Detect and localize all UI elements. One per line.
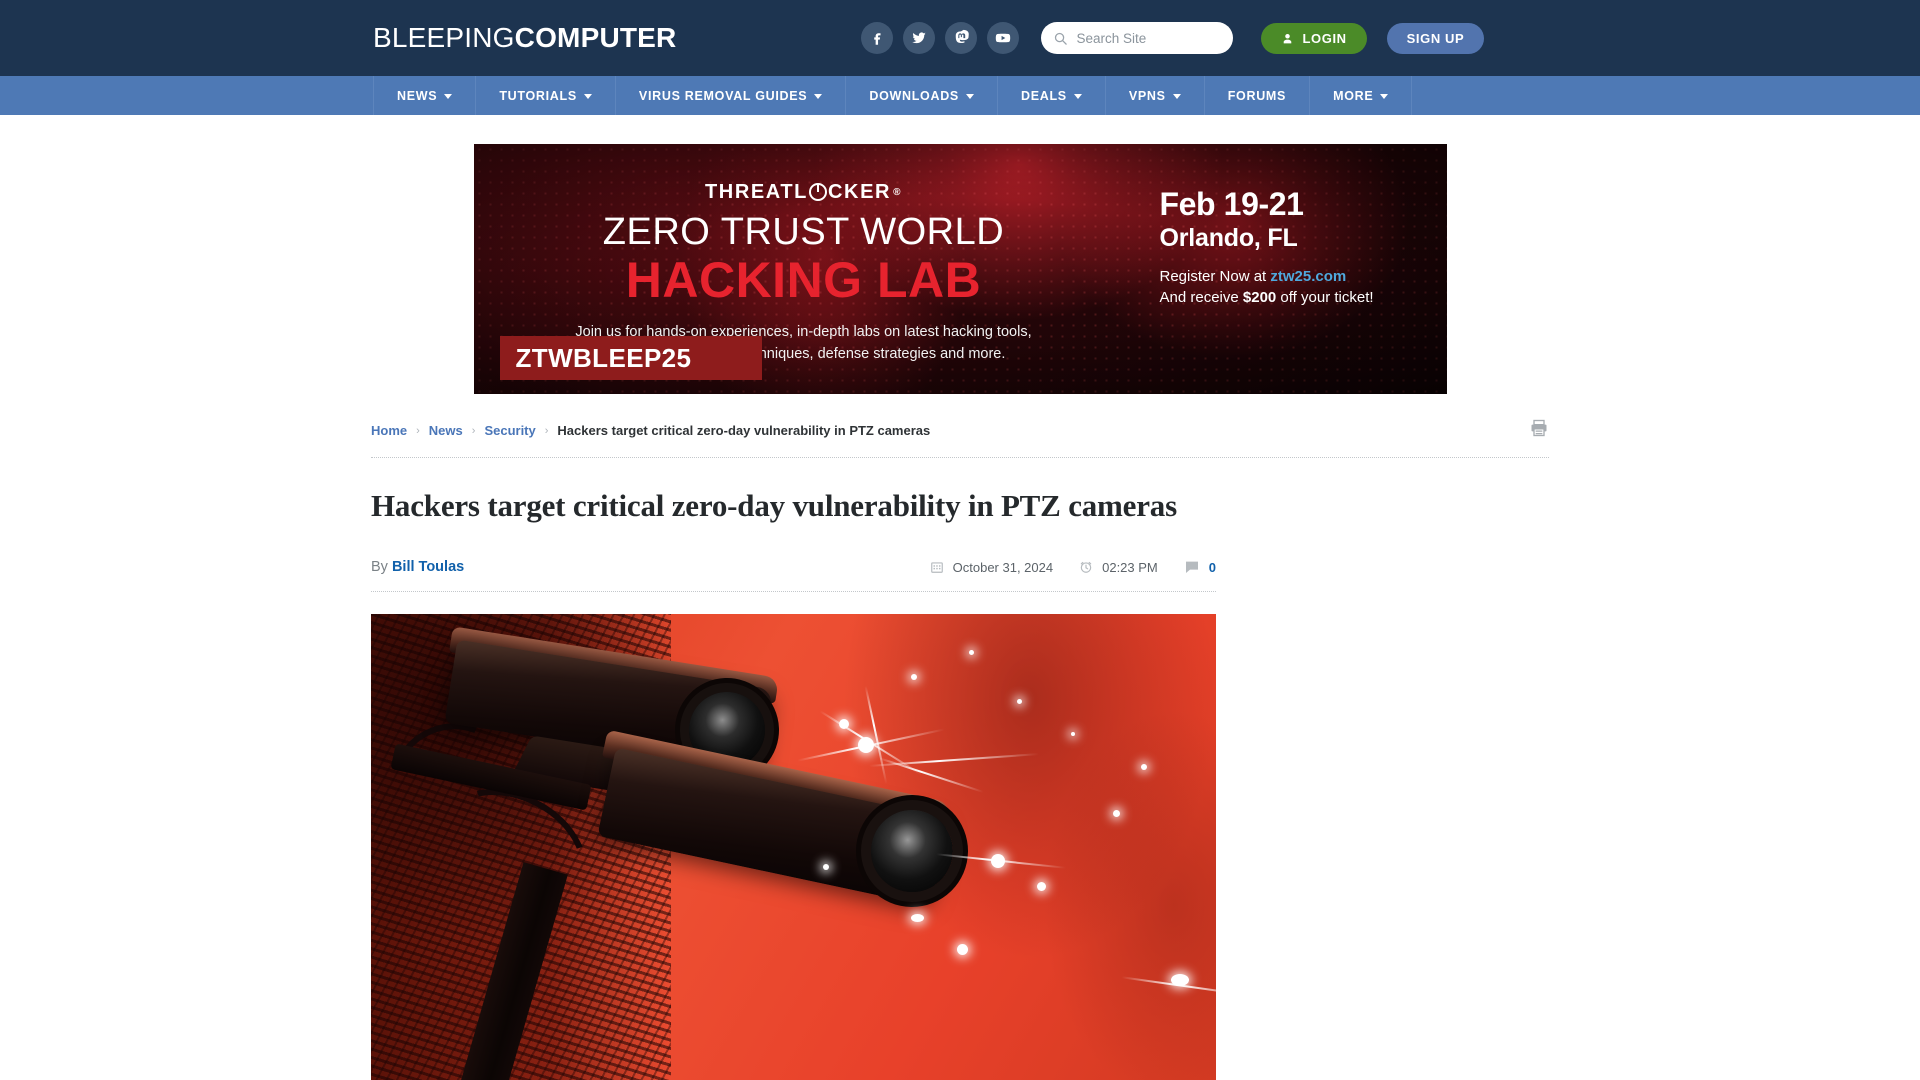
breadcrumb-separator: › [544, 424, 549, 437]
spark [911, 674, 917, 680]
twitter-icon[interactable] [903, 22, 936, 54]
logo-text-bold: COMPUTER [514, 22, 677, 53]
article-hero-image [371, 614, 1216, 1080]
threatlocker-logo: THREATL CKER ® [705, 181, 902, 204]
byline-prefix: By [371, 559, 388, 575]
ad-offer-amount: $200 [1242, 289, 1277, 307]
publish-date-text: October 31, 2024 [952, 559, 1054, 575]
article-meta-row: By Bill Toulas October 31, 2024 02:23 PM… [371, 559, 1216, 592]
breadcrumb-item-home[interactable]: Home [371, 423, 407, 438]
spark [1071, 732, 1075, 736]
article-meta-right: October 31, 2024 02:23 PM 0 [930, 559, 1216, 575]
mastodon-icon[interactable] [945, 22, 978, 54]
login-label: LOGIN [1302, 30, 1347, 46]
nav-item-deals[interactable]: DEALS [998, 76, 1106, 115]
nav-item-downloads[interactable]: DOWNLOADS [846, 76, 998, 115]
chevron-down-icon [1380, 94, 1389, 99]
ad-event-date: Feb 19-21 [1159, 186, 1304, 222]
nav-item-more[interactable]: MORE [1310, 76, 1413, 115]
ad-banner-region: THREATL CKER ® ZERO TRUST WORLD HACKING LA… [0, 115, 1920, 394]
ad-right-content: Feb 19-21 Orlando, FL Register Now at zt… [1134, 144, 1447, 394]
comments-link[interactable]: 0 [1184, 559, 1216, 575]
ad-promo-code: ZTWBLEEP25 [499, 336, 762, 380]
nav-item-label: VPNS [1128, 88, 1166, 103]
threatlocker-logo-head: THREATL [704, 180, 808, 203]
publish-date: October 31, 2024 [930, 560, 1053, 575]
nav-item-tutorials[interactable]: TUTORIALS [476, 76, 616, 115]
nav-item-label: MORE [1333, 88, 1374, 103]
comment-icon [1185, 561, 1198, 573]
nav-item-label: DEALS [1020, 88, 1067, 103]
breadcrumb-separator: › [471, 424, 476, 437]
chevron-down-icon [965, 94, 974, 99]
publish-time-text: 02:23 PM [1102, 559, 1158, 575]
site-header: BLEEPINGCOMPUTER LOGIN SIGN UP [0, 0, 1920, 76]
search-box[interactable] [1041, 22, 1234, 54]
breadcrumb: Home › News › Security › Hackers target critic… [371, 423, 930, 438]
power-icon [809, 183, 827, 202]
nav-item-label: FORUMS [1227, 88, 1287, 103]
chevron-down-icon [1172, 94, 1181, 99]
login-button[interactable]: LOGIN [1261, 22, 1367, 54]
nav-item-forums[interactable]: FORUMS [1205, 76, 1311, 115]
nav-item-virus-removal-guides[interactable]: VIRUS REMOVAL GUIDES [616, 76, 847, 115]
chevron-down-icon [1073, 94, 1082, 99]
spark [1017, 699, 1022, 704]
signup-label: SIGN UP [1406, 30, 1465, 46]
spark [1037, 882, 1046, 891]
page-content: Home › News › Security › Hackers target critic… [371, 394, 1549, 1080]
nav-item-label: DOWNLOADS [869, 88, 959, 103]
breadcrumb-item-news[interactable]: News [429, 423, 463, 438]
byline: By Bill Toulas [371, 559, 464, 575]
threatlocker-ad-banner[interactable]: THREATL CKER ® ZERO TRUST WORLD HACKING LA… [473, 144, 1447, 394]
signup-button[interactable]: SIGN UP [1386, 22, 1485, 54]
nav-item-label: TUTORIALS [499, 88, 577, 103]
breadcrumb-item-security[interactable]: Security [484, 423, 535, 438]
ad-subhead: HACKING LAB [625, 251, 982, 308]
author-link[interactable]: Bill Toulas [392, 559, 464, 575]
header-actions: LOGIN SIGN UP [861, 22, 1485, 54]
spark [1113, 810, 1120, 817]
spark [957, 944, 968, 955]
comment-count: 0 [1208, 559, 1216, 575]
calendar-icon [930, 562, 943, 573]
youtube-icon[interactable] [987, 22, 1020, 54]
breadcrumb-item-current: Hackers target critical zero-day vulnera… [557, 423, 931, 438]
ad-register-prefix: Register Now at [1159, 267, 1271, 285]
nav-item-vpns[interactable]: VPNS [1106, 76, 1205, 115]
nav-item-label: VIRUS REMOVAL GUIDES [638, 88, 808, 103]
clock-icon [1080, 561, 1092, 573]
spark [823, 864, 829, 870]
registered-mark: ® [893, 186, 903, 198]
nav-item-news[interactable]: NEWS [373, 76, 477, 115]
search-icon [1055, 32, 1068, 45]
ad-headline: ZERO TRUST WORLD [602, 210, 1005, 253]
threatlocker-logo-tail: CKER [828, 180, 892, 203]
facebook-icon[interactable] [861, 22, 894, 54]
chevron-down-icon [814, 94, 823, 99]
ad-offer-suffix: off your ticket! [1276, 289, 1374, 307]
spark [911, 914, 924, 922]
ad-event-city: Orlando, FL [1159, 223, 1298, 252]
ad-register-link[interactable]: ztw25.com [1270, 268, 1346, 285]
ad-offer-prefix: And receive [1159, 289, 1243, 307]
user-icon [1284, 33, 1292, 43]
spark [839, 719, 849, 729]
publish-time: 02:23 PM [1079, 560, 1158, 575]
nav-item-label: NEWS [397, 88, 438, 103]
site-logo[interactable]: BLEEPINGCOMPUTER [373, 22, 676, 54]
ad-register-text: Register Now at ztw25.com And receive $2… [1160, 266, 1447, 310]
search-input[interactable] [1076, 30, 1217, 46]
chevron-down-icon [444, 94, 453, 99]
spark [1141, 764, 1147, 770]
breadcrumb-row: Home › News › Security › Hackers target critic… [371, 394, 1549, 458]
main-navigation: NEWS TUTORIALS VIRUS REMOVAL GUIDES DOWNLOA… [0, 76, 1920, 115]
logo-text-light: BLEEPING [373, 22, 515, 53]
article: Hackers target critical zero-day vulnera… [371, 458, 1216, 1080]
chevron-down-icon [583, 94, 592, 99]
page-title: Hackers target critical zero-day vulnera… [371, 488, 1177, 523]
print-icon[interactable] [1529, 418, 1549, 443]
spark [969, 650, 974, 655]
breadcrumb-separator: › [416, 424, 420, 437]
